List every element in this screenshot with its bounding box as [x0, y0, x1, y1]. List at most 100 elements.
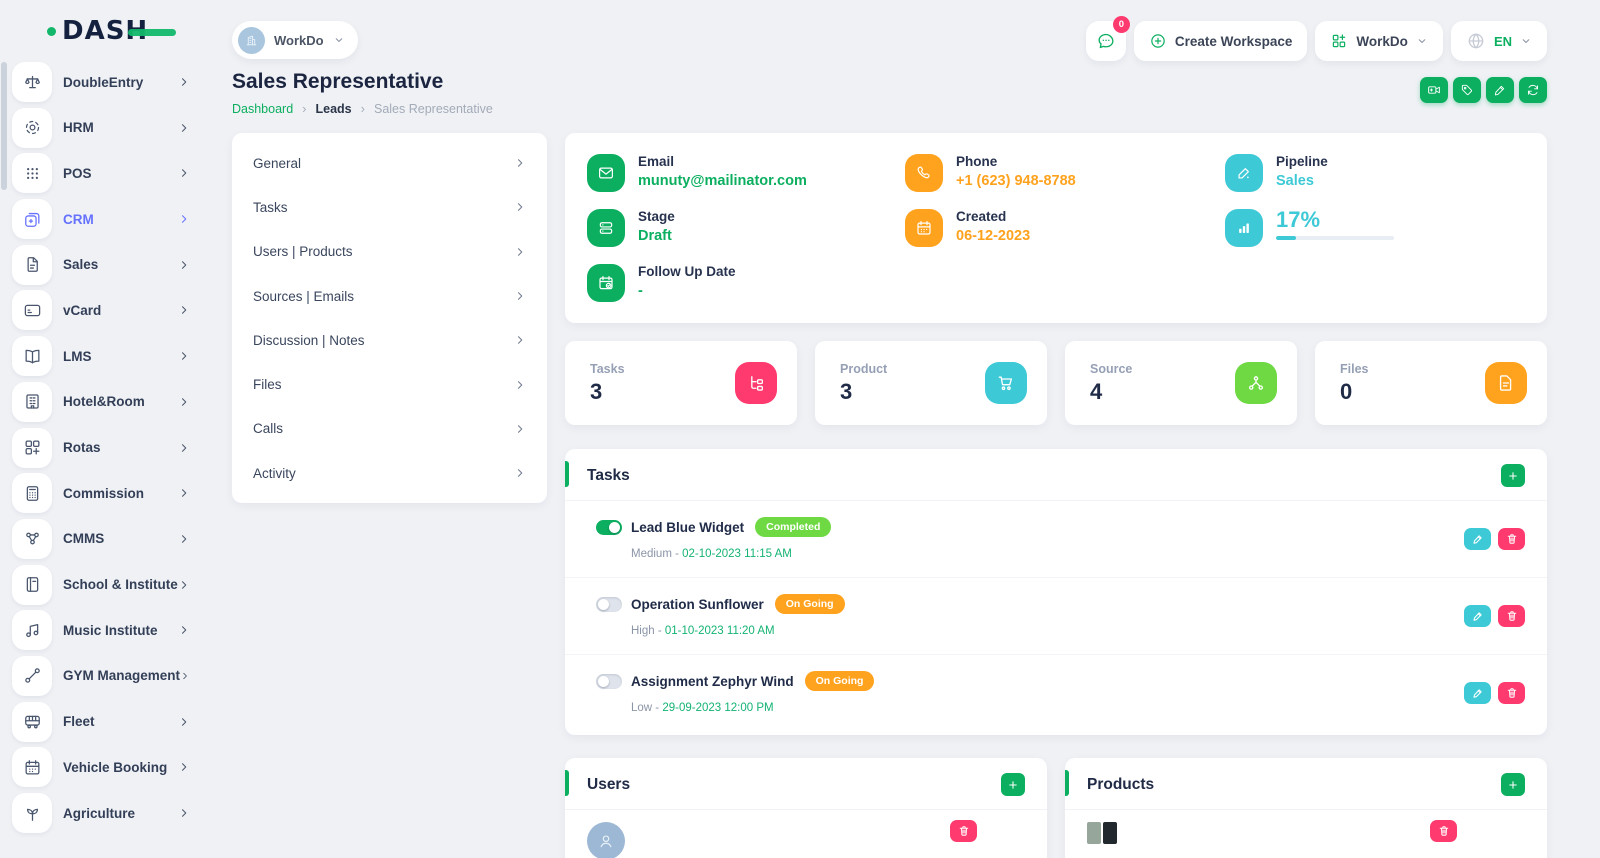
target-icon — [12, 108, 52, 148]
subnav-item-label: Tasks — [253, 200, 288, 215]
workspace-menu-label: WorkDo — [1356, 34, 1408, 49]
sidebar-item[interactable]: Fleet — [12, 702, 190, 742]
remove-product-button[interactable] — [1430, 820, 1457, 842]
add-user-button[interactable] — [1001, 773, 1025, 796]
sidebar-item[interactable]: Agriculture — [12, 793, 190, 833]
task-toggle[interactable] — [596, 520, 622, 535]
plant-icon — [12, 793, 52, 833]
edit-task-button[interactable] — [1464, 605, 1491, 627]
stats-row: Tasks 3 Product 3 Source 4 — [565, 341, 1547, 425]
language-menu[interactable]: EN — [1451, 21, 1547, 61]
sidebar-item[interactable]: DoubleEntry — [12, 62, 190, 102]
subnav-item[interactable]: Discussion | Notes — [232, 318, 547, 362]
sidebar-item[interactable]: GYM Management — [12, 656, 190, 696]
logo-dot — [47, 27, 56, 36]
workspace-menu[interactable]: WorkDo — [1315, 21, 1443, 61]
share-nodes-icon — [1235, 362, 1277, 404]
tasks-title: Tasks — [587, 467, 630, 485]
sidebar-item[interactable]: LMS — [12, 336, 190, 376]
chevron-right-icon — [178, 716, 190, 728]
chevron-right-icon — [178, 624, 190, 636]
sidebar-item[interactable]: HRM — [12, 108, 190, 148]
task-priority: Low - — [631, 702, 662, 714]
lead-stage-value: Draft — [638, 228, 675, 244]
edit-task-button[interactable] — [1464, 528, 1491, 550]
labels-button[interactable] — [1453, 77, 1481, 103]
subnav-item[interactable]: Sources | Emails — [232, 274, 547, 318]
plus-icon — [1007, 779, 1019, 791]
workspace-switcher[interactable]: WorkDo — [232, 21, 358, 59]
chevron-right-icon — [178, 122, 190, 134]
trash-icon — [1506, 610, 1518, 622]
subnav-item[interactable]: Files — [232, 362, 547, 406]
cart-icon — [985, 362, 1027, 404]
sidebar-item[interactable]: Commission — [12, 473, 190, 513]
subnav-item[interactable]: Calls — [232, 407, 547, 451]
task-status-badge: Completed — [755, 517, 831, 537]
lead-stage: Stage Draft — [587, 209, 905, 247]
add-product-button[interactable] — [1501, 773, 1525, 796]
chevron-right-icon — [178, 259, 190, 271]
chart-bars-icon — [1225, 209, 1263, 247]
brand-logo[interactable]: DASH — [47, 18, 148, 44]
sidebar-item[interactable]: Hotel&Room — [12, 382, 190, 422]
sidebar-item[interactable]: CMMS — [12, 519, 190, 559]
mail-icon — [587, 154, 625, 192]
sidebar-item-label: Vehicle Booking — [63, 760, 167, 775]
sidebar-item[interactable]: vCard — [12, 290, 190, 330]
lead-follow-up: Follow Up Date - — [587, 264, 905, 302]
breadcrumb-dashboard[interactable]: Dashboard — [232, 102, 293, 116]
chevron-right-icon — [514, 467, 526, 479]
chevron-right-icon — [178, 213, 190, 225]
subnav-item[interactable]: General — [232, 141, 547, 185]
sidebar-item[interactable]: School & Institute — [12, 565, 190, 605]
products-card: Products — [1065, 758, 1547, 858]
subnav-item-label: Sources | Emails — [253, 289, 354, 304]
globe-icon — [1466, 31, 1486, 51]
sidebar-item[interactable]: CRM — [12, 199, 190, 239]
grid-dots-icon — [12, 153, 52, 193]
subnav-item[interactable]: Users | Products — [232, 230, 547, 274]
sidebar-item[interactable]: Vehicle Booking — [12, 747, 190, 787]
breadcrumb-current: Sales Representative — [374, 102, 493, 116]
building-icon — [12, 382, 52, 422]
stat-tasks-value: 3 — [590, 379, 625, 405]
delete-task-button[interactable] — [1498, 682, 1525, 704]
chevron-right-icon — [178, 579, 190, 591]
sidebar-item-label: Fleet — [63, 714, 95, 729]
call-lead-button[interactable] — [1420, 77, 1448, 103]
task-toggle[interactable] — [596, 597, 622, 612]
convert-lead-button[interactable] — [1519, 77, 1547, 103]
stat-tasks: Tasks 3 — [565, 341, 797, 425]
stat-product: Product 3 — [815, 341, 1047, 425]
task-toggle[interactable] — [596, 674, 622, 689]
add-task-button[interactable] — [1501, 464, 1525, 487]
document-icon — [12, 245, 52, 285]
delete-task-button[interactable] — [1498, 528, 1525, 550]
subnav-item[interactable]: Tasks — [232, 185, 547, 229]
sidebar-item-label: Music Institute — [63, 623, 158, 638]
subnav-item[interactable]: Activity — [232, 451, 547, 495]
sidebar-item[interactable]: POS — [12, 153, 190, 193]
sidebar-item[interactable]: Rotas — [12, 428, 190, 468]
phone-icon — [905, 154, 943, 192]
edit-lead-button[interactable] — [1486, 77, 1514, 103]
chevron-right-icon — [178, 533, 190, 545]
delete-task-button[interactable] — [1498, 605, 1525, 627]
sidebar-item[interactable]: Sales — [12, 245, 190, 285]
create-workspace-button[interactable]: Create Workspace — [1134, 21, 1308, 61]
tasks-list: Lead Blue Widget Completed Medium - 02-1… — [565, 501, 1547, 731]
edit-task-button[interactable] — [1464, 682, 1491, 704]
breadcrumb-leads[interactable]: Leads — [316, 102, 352, 116]
trash-icon — [1438, 825, 1450, 837]
users-card-header: Users — [565, 758, 1047, 810]
messages-button[interactable]: 0 — [1086, 21, 1126, 61]
sidebar-item[interactable]: Music Institute — [12, 610, 190, 650]
music-icon — [12, 610, 52, 650]
sidebar-item-label: Agriculture — [63, 806, 135, 821]
products-title: Products — [1087, 776, 1154, 794]
notebook-icon — [12, 565, 52, 605]
task-datetime: 01-10-2023 11:20 AM — [665, 625, 775, 637]
chevron-right-icon — [178, 304, 190, 316]
remove-user-button[interactable] — [950, 820, 977, 842]
